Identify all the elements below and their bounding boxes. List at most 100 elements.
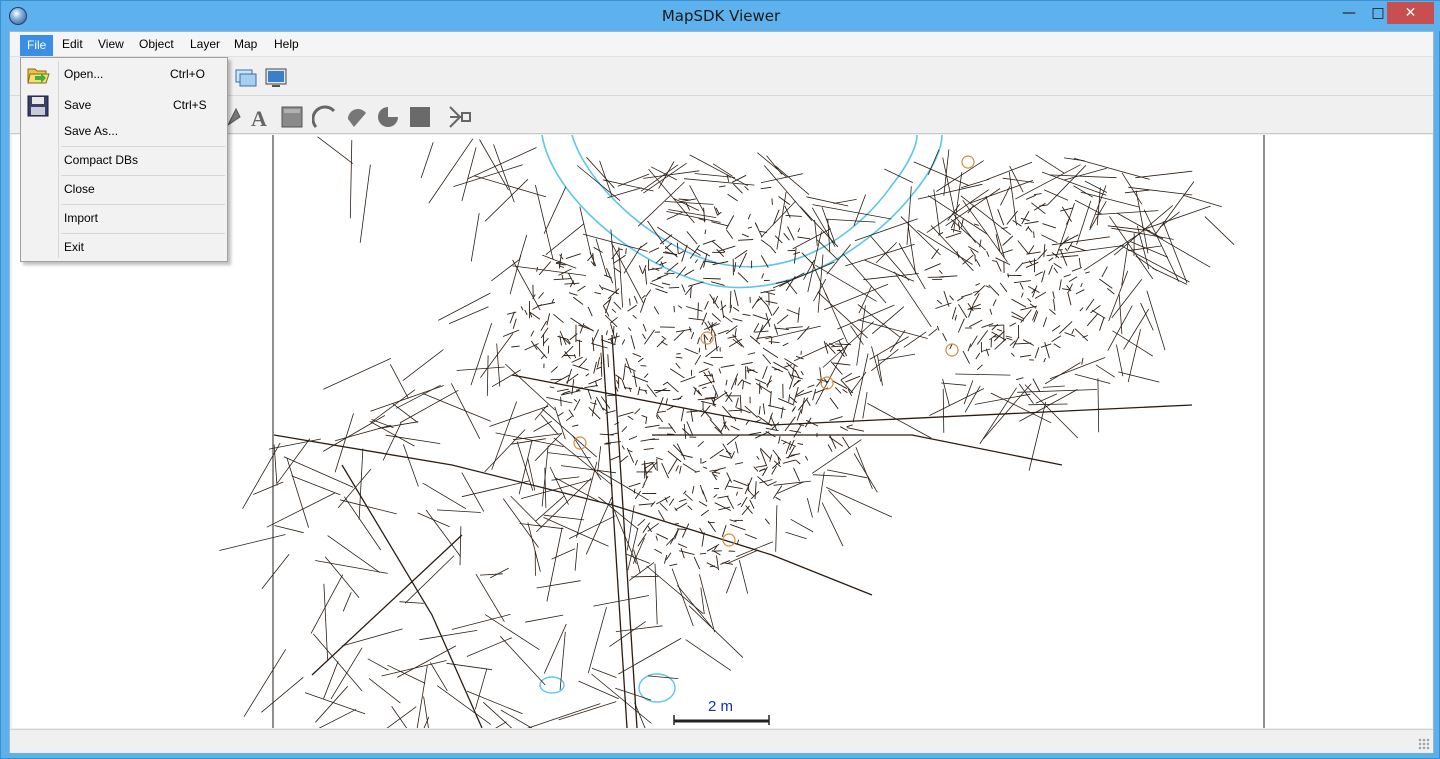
street-segment bbox=[730, 425, 740, 431]
street-segment bbox=[825, 292, 848, 344]
menu-help[interactable]: Help bbox=[274, 36, 299, 54]
street-segment bbox=[1107, 288, 1115, 295]
minimize-button[interactable]: — bbox=[1334, 2, 1364, 24]
street-segment bbox=[549, 466, 569, 505]
street-segment bbox=[591, 673, 652, 724]
street-segment bbox=[659, 502, 668, 511]
street-segment bbox=[1000, 186, 1011, 206]
menu-item-import[interactable]: Import bbox=[22, 206, 226, 230]
street-segment bbox=[744, 533, 757, 540]
menu-separator bbox=[61, 204, 225, 205]
snap-tool-icon[interactable] bbox=[448, 105, 472, 129]
street-segment bbox=[989, 308, 993, 315]
street-segment bbox=[974, 285, 986, 297]
arc-tool-icon[interactable] bbox=[312, 105, 336, 129]
street-segment bbox=[358, 448, 364, 520]
street-segment bbox=[675, 356, 683, 359]
street-segment bbox=[1007, 273, 1010, 278]
menu-view[interactable]: View bbox=[98, 36, 124, 54]
text-tool-icon[interactable]: A bbox=[248, 105, 272, 129]
street-segment bbox=[682, 463, 697, 473]
street-segment bbox=[689, 185, 705, 213]
street-segment bbox=[661, 341, 668, 346]
street-segment bbox=[1080, 283, 1083, 288]
street-segment bbox=[753, 322, 760, 333]
streets-layer bbox=[219, 136, 1235, 728]
street-segment bbox=[793, 337, 844, 362]
rectangle-tool-icon[interactable] bbox=[280, 105, 304, 129]
street-segment bbox=[755, 465, 767, 468]
menu-object[interactable]: Object bbox=[139, 36, 174, 54]
menu-item-save[interactable]: Save Ctrl+S bbox=[22, 93, 226, 117]
layers-icon[interactable] bbox=[234, 66, 258, 90]
street-segment bbox=[893, 271, 932, 328]
street-segment bbox=[709, 418, 722, 433]
street-segment bbox=[846, 424, 853, 428]
close-window-button[interactable]: ✕ bbox=[1387, 2, 1434, 24]
street-segment bbox=[1085, 298, 1095, 311]
svg-text:A: A bbox=[251, 106, 267, 129]
street-segment bbox=[1025, 261, 1039, 269]
street-segment bbox=[755, 324, 764, 342]
street-segment bbox=[596, 469, 650, 501]
street-segment bbox=[389, 364, 409, 399]
street-segment bbox=[720, 304, 727, 311]
chord-tool-icon[interactable] bbox=[344, 105, 368, 129]
filled-rectangle-tool-icon[interactable] bbox=[408, 105, 432, 129]
street-segment bbox=[1020, 305, 1038, 311]
street-segment bbox=[702, 490, 708, 503]
menu-item-label: Open... bbox=[64, 67, 104, 81]
menu-item-exit[interactable]: Exit bbox=[22, 235, 226, 259]
street-segment bbox=[812, 474, 847, 477]
street-segment bbox=[566, 373, 579, 383]
title-bar[interactable]: MapSDK Viewer — □ ✕ bbox=[1, 1, 1440, 31]
pie-tool-icon[interactable] bbox=[376, 105, 400, 129]
street-segment bbox=[793, 251, 801, 255]
street-segment bbox=[703, 371, 713, 384]
street-segment bbox=[694, 354, 702, 365]
street-segment bbox=[900, 216, 941, 256]
street-segment bbox=[594, 291, 602, 295]
street-segment bbox=[530, 330, 535, 337]
street-segment bbox=[1085, 271, 1090, 274]
street-segment bbox=[568, 292, 578, 296]
monitor-icon[interactable] bbox=[264, 66, 288, 90]
menu-item-compact-dbs[interactable]: Compact DBs bbox=[22, 148, 226, 172]
street-segment bbox=[1019, 282, 1024, 290]
street-segment bbox=[834, 386, 842, 394]
street-segment bbox=[689, 154, 749, 187]
resize-grip[interactable] bbox=[1418, 738, 1430, 750]
street-segment bbox=[797, 442, 804, 445]
menu-item-open[interactable]: Open... Ctrl+O bbox=[22, 62, 226, 86]
street-segment bbox=[719, 454, 731, 459]
menu-edit[interactable]: Edit bbox=[62, 36, 83, 54]
street-segment bbox=[595, 366, 602, 370]
street-segment bbox=[864, 259, 915, 282]
street-segment bbox=[829, 397, 839, 410]
street-segment bbox=[647, 220, 665, 245]
street-segment bbox=[842, 436, 850, 449]
menu-map[interactable]: Map bbox=[234, 36, 257, 54]
street-segment bbox=[543, 623, 567, 674]
menu-item-close[interactable]: Close bbox=[22, 177, 226, 201]
street-segment bbox=[755, 297, 763, 303]
street-segment bbox=[762, 354, 772, 365]
street-segment bbox=[643, 447, 654, 451]
street-segment bbox=[1090, 304, 1101, 314]
street-segment bbox=[997, 208, 1005, 226]
menu-item-shortcut: Ctrl+O bbox=[170, 67, 206, 81]
street-segment bbox=[737, 272, 749, 283]
menu-file[interactable]: File bbox=[20, 35, 54, 56]
street-segment bbox=[634, 408, 641, 415]
street-segment bbox=[479, 573, 503, 576]
street-segment bbox=[709, 469, 720, 472]
street-segment bbox=[628, 562, 655, 581]
menu-item-save-as[interactable]: Save As... bbox=[22, 119, 226, 143]
street-segment bbox=[758, 405, 761, 415]
street-segment bbox=[762, 347, 779, 359]
street-segment bbox=[491, 401, 517, 470]
menu-layer[interactable]: Layer bbox=[190, 36, 220, 54]
street-segment bbox=[546, 396, 573, 404]
street-segment bbox=[656, 339, 665, 348]
street-segment bbox=[711, 313, 722, 322]
